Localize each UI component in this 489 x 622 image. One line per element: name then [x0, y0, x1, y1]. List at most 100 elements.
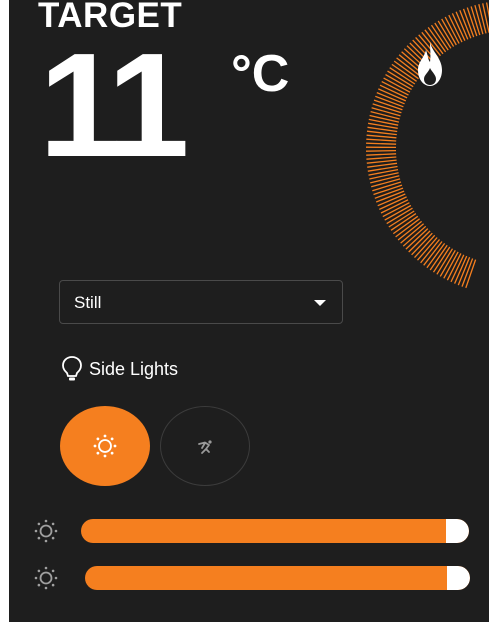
dial-tick [444, 16, 460, 44]
dial-tick [381, 81, 409, 96]
dial-tick [446, 253, 462, 281]
dial-tick [370, 175, 400, 184]
dial-tick [382, 202, 410, 218]
brightness-slider-row [9, 516, 489, 546]
dial-tick [385, 74, 412, 90]
dial-tick [370, 110, 400, 120]
brightness-icon [34, 566, 58, 590]
dial-tick [366, 159, 397, 164]
sun-icon [93, 434, 117, 458]
brightness-slider[interactable] [85, 566, 470, 590]
dial-tick [432, 246, 451, 273]
dial-tick [379, 84, 408, 99]
dial-tick [436, 248, 454, 275]
dial-tick [391, 63, 417, 82]
brightness-mode-button[interactable] [60, 406, 150, 486]
dial-tick [367, 122, 398, 129]
dial-tick [366, 134, 397, 139]
dial-tick [389, 67, 416, 85]
dial-tick [429, 244, 448, 271]
dial-tick [466, 7, 478, 37]
dial-tick [371, 178, 401, 188]
dial-tick [376, 91, 405, 105]
dial-tick [368, 168, 399, 176]
dial-tick [371, 107, 401, 117]
target-temperature: 11 [39, 23, 189, 188]
dial-tick [461, 258, 474, 287]
dial-tick [384, 204, 412, 221]
dial-tick [367, 162, 398, 168]
dial-tick [388, 210, 415, 228]
lightbulb-icon [62, 356, 82, 381]
dial-tick [392, 215, 419, 235]
dial-tick [408, 230, 431, 253]
dial-tick [459, 10, 472, 39]
dial-tick [390, 213, 417, 231]
dial-tick [443, 251, 459, 279]
preset-dropdown[interactable]: Still [59, 280, 343, 324]
slider-thumb[interactable] [446, 519, 469, 543]
dial-tick [482, 3, 489, 33]
temperature-unit: °C [231, 45, 290, 103]
dial-tick [417, 237, 438, 261]
dial-tick [474, 5, 484, 35]
dial-tick [373, 99, 403, 111]
dial-tick [420, 239, 441, 264]
dial-tick [448, 14, 463, 43]
dial-tick [366, 156, 397, 160]
dial-tick [365, 149, 397, 152]
dial-tick [462, 8, 475, 38]
dial-tick [367, 126, 398, 133]
dial-tick [386, 207, 413, 225]
dial-tick [423, 241, 443, 266]
dial-tick [372, 181, 402, 192]
dial-tick [366, 130, 397, 136]
dial-tick [383, 77, 411, 93]
dial-tick [478, 4, 487, 34]
light-entity-row: Side Lights [61, 354, 178, 384]
motion-mode-button[interactable] [160, 406, 250, 486]
dial-tick [450, 254, 465, 283]
dial-tick [454, 255, 468, 284]
dial-tick [368, 118, 399, 126]
dial-tick [369, 172, 399, 180]
dial-tick [379, 196, 407, 210]
dial-tick [451, 13, 466, 41]
flame-icon [418, 42, 442, 86]
dial-tick [367, 165, 398, 172]
dial-tick [411, 232, 433, 256]
dial-tick [395, 218, 420, 238]
dial-tick [377, 193, 406, 207]
running-person-icon [198, 440, 212, 454]
dial-tick [366, 138, 397, 142]
light-name: Side Lights [89, 358, 179, 379]
brightness-slider-row [9, 563, 489, 593]
preset-selected-value: Still [74, 293, 102, 312]
dial-tick [426, 243, 446, 269]
dial-tick [373, 184, 403, 196]
brightness-slider[interactable] [81, 519, 469, 543]
dial-tick [400, 223, 425, 244]
dial-tick [470, 6, 481, 36]
dial-tick [465, 259, 477, 289]
caret-down-icon [314, 300, 326, 306]
dial-tick [439, 249, 456, 277]
screen: TARGET 11 °C Still Side Lights [0, 0, 489, 622]
dial-tick [375, 190, 405, 203]
dial-tick [455, 11, 469, 40]
dial-tick [402, 225, 427, 247]
thermostat-card: TARGET 11 °C Still Side Lights [9, 0, 489, 622]
dial-tick [369, 114, 400, 123]
dial-tick [457, 257, 471, 286]
dial-tick [375, 95, 404, 108]
dial-tick [378, 88, 407, 102]
dial-tick [372, 103, 402, 114]
dial-tick [414, 234, 436, 259]
dial-tick [380, 199, 409, 214]
dial-tick [387, 70, 414, 88]
dial-tick [366, 153, 397, 156]
dial-tick [366, 142, 397, 145]
slider-thumb[interactable] [447, 566, 470, 590]
dial-tick [397, 220, 423, 241]
dial-tick [374, 187, 404, 199]
